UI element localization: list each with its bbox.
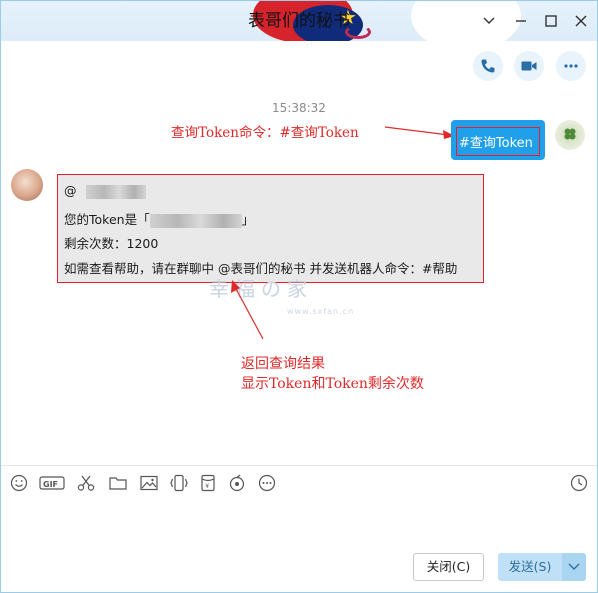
redacted-username: [86, 184, 147, 199]
image-icon[interactable]: [139, 473, 161, 493]
mention-prefix: @: [64, 183, 77, 198]
watermark-url: www.sxfan.cn: [287, 307, 355, 316]
video-call-button[interactable]: [514, 51, 544, 81]
redacted-token: [149, 213, 242, 228]
annotation-arrow-right: [384, 126, 455, 139]
clover-icon: [564, 128, 576, 140]
annotation-result-line2: 显示Token和Token剩余次数: [241, 376, 424, 392]
window-title: 表哥们的秘书: [248, 11, 350, 31]
svg-text:GIF: GIF: [43, 480, 58, 489]
title-bar: ★ 表哥们的秘书: [1, 1, 597, 51]
svg-text:¥: ¥: [205, 483, 209, 490]
history-icon[interactable]: [569, 473, 591, 493]
send-button[interactable]: 发送(S): [498, 553, 562, 581]
message-timestamp: 15:38:32: [272, 101, 326, 115]
annotation-result-line1: 返回查询结果: [241, 356, 325, 372]
redpacket-icon[interactable]: ¥: [198, 473, 220, 493]
send-options-button[interactable]: [562, 553, 586, 581]
chevron-down-icon[interactable]: [479, 11, 499, 31]
highlight-box-outgoing: [456, 127, 540, 156]
music-icon[interactable]: [227, 473, 249, 493]
annotation-query-command: 查询Token命令：#查询Token: [171, 125, 359, 141]
voice-call-button[interactable]: [473, 51, 503, 81]
more-icon[interactable]: [257, 473, 279, 493]
chat-window: ★ 表哥们的秘书 15:38:32 查询Token命令：#查询Token #查询…: [0, 0, 598, 593]
maximize-icon[interactable]: [541, 11, 561, 31]
shake-icon[interactable]: [169, 473, 191, 493]
token-suffix: 」: [241, 212, 255, 227]
token-label: 您的Token是「: [64, 212, 150, 227]
bot-avatar[interactable]: [11, 169, 43, 201]
more-options-button[interactable]: [556, 51, 586, 81]
gif-icon[interactable]: GIF: [39, 473, 65, 493]
folder-icon[interactable]: [108, 473, 130, 493]
chevron-down-icon: [568, 563, 580, 570]
mention-line: @: [64, 183, 147, 199]
annotation-result: 返回查询结果 显示Token和Token剩余次数: [241, 354, 424, 394]
annotation-arrow-up: [231, 280, 264, 340]
avatar[interactable]: [555, 120, 585, 150]
emoji-icon[interactable]: [9, 473, 31, 493]
input-divider: [1, 465, 597, 466]
token-line: 您的Token是「 」: [64, 209, 254, 228]
minimize-icon[interactable]: [511, 11, 531, 31]
scissors-icon[interactable]: [76, 473, 98, 493]
close-button[interactable]: 关闭(C): [413, 553, 484, 581]
close-icon[interactable]: [571, 11, 591, 31]
remaining-count-line: 剩余次数：1200: [64, 236, 159, 251]
